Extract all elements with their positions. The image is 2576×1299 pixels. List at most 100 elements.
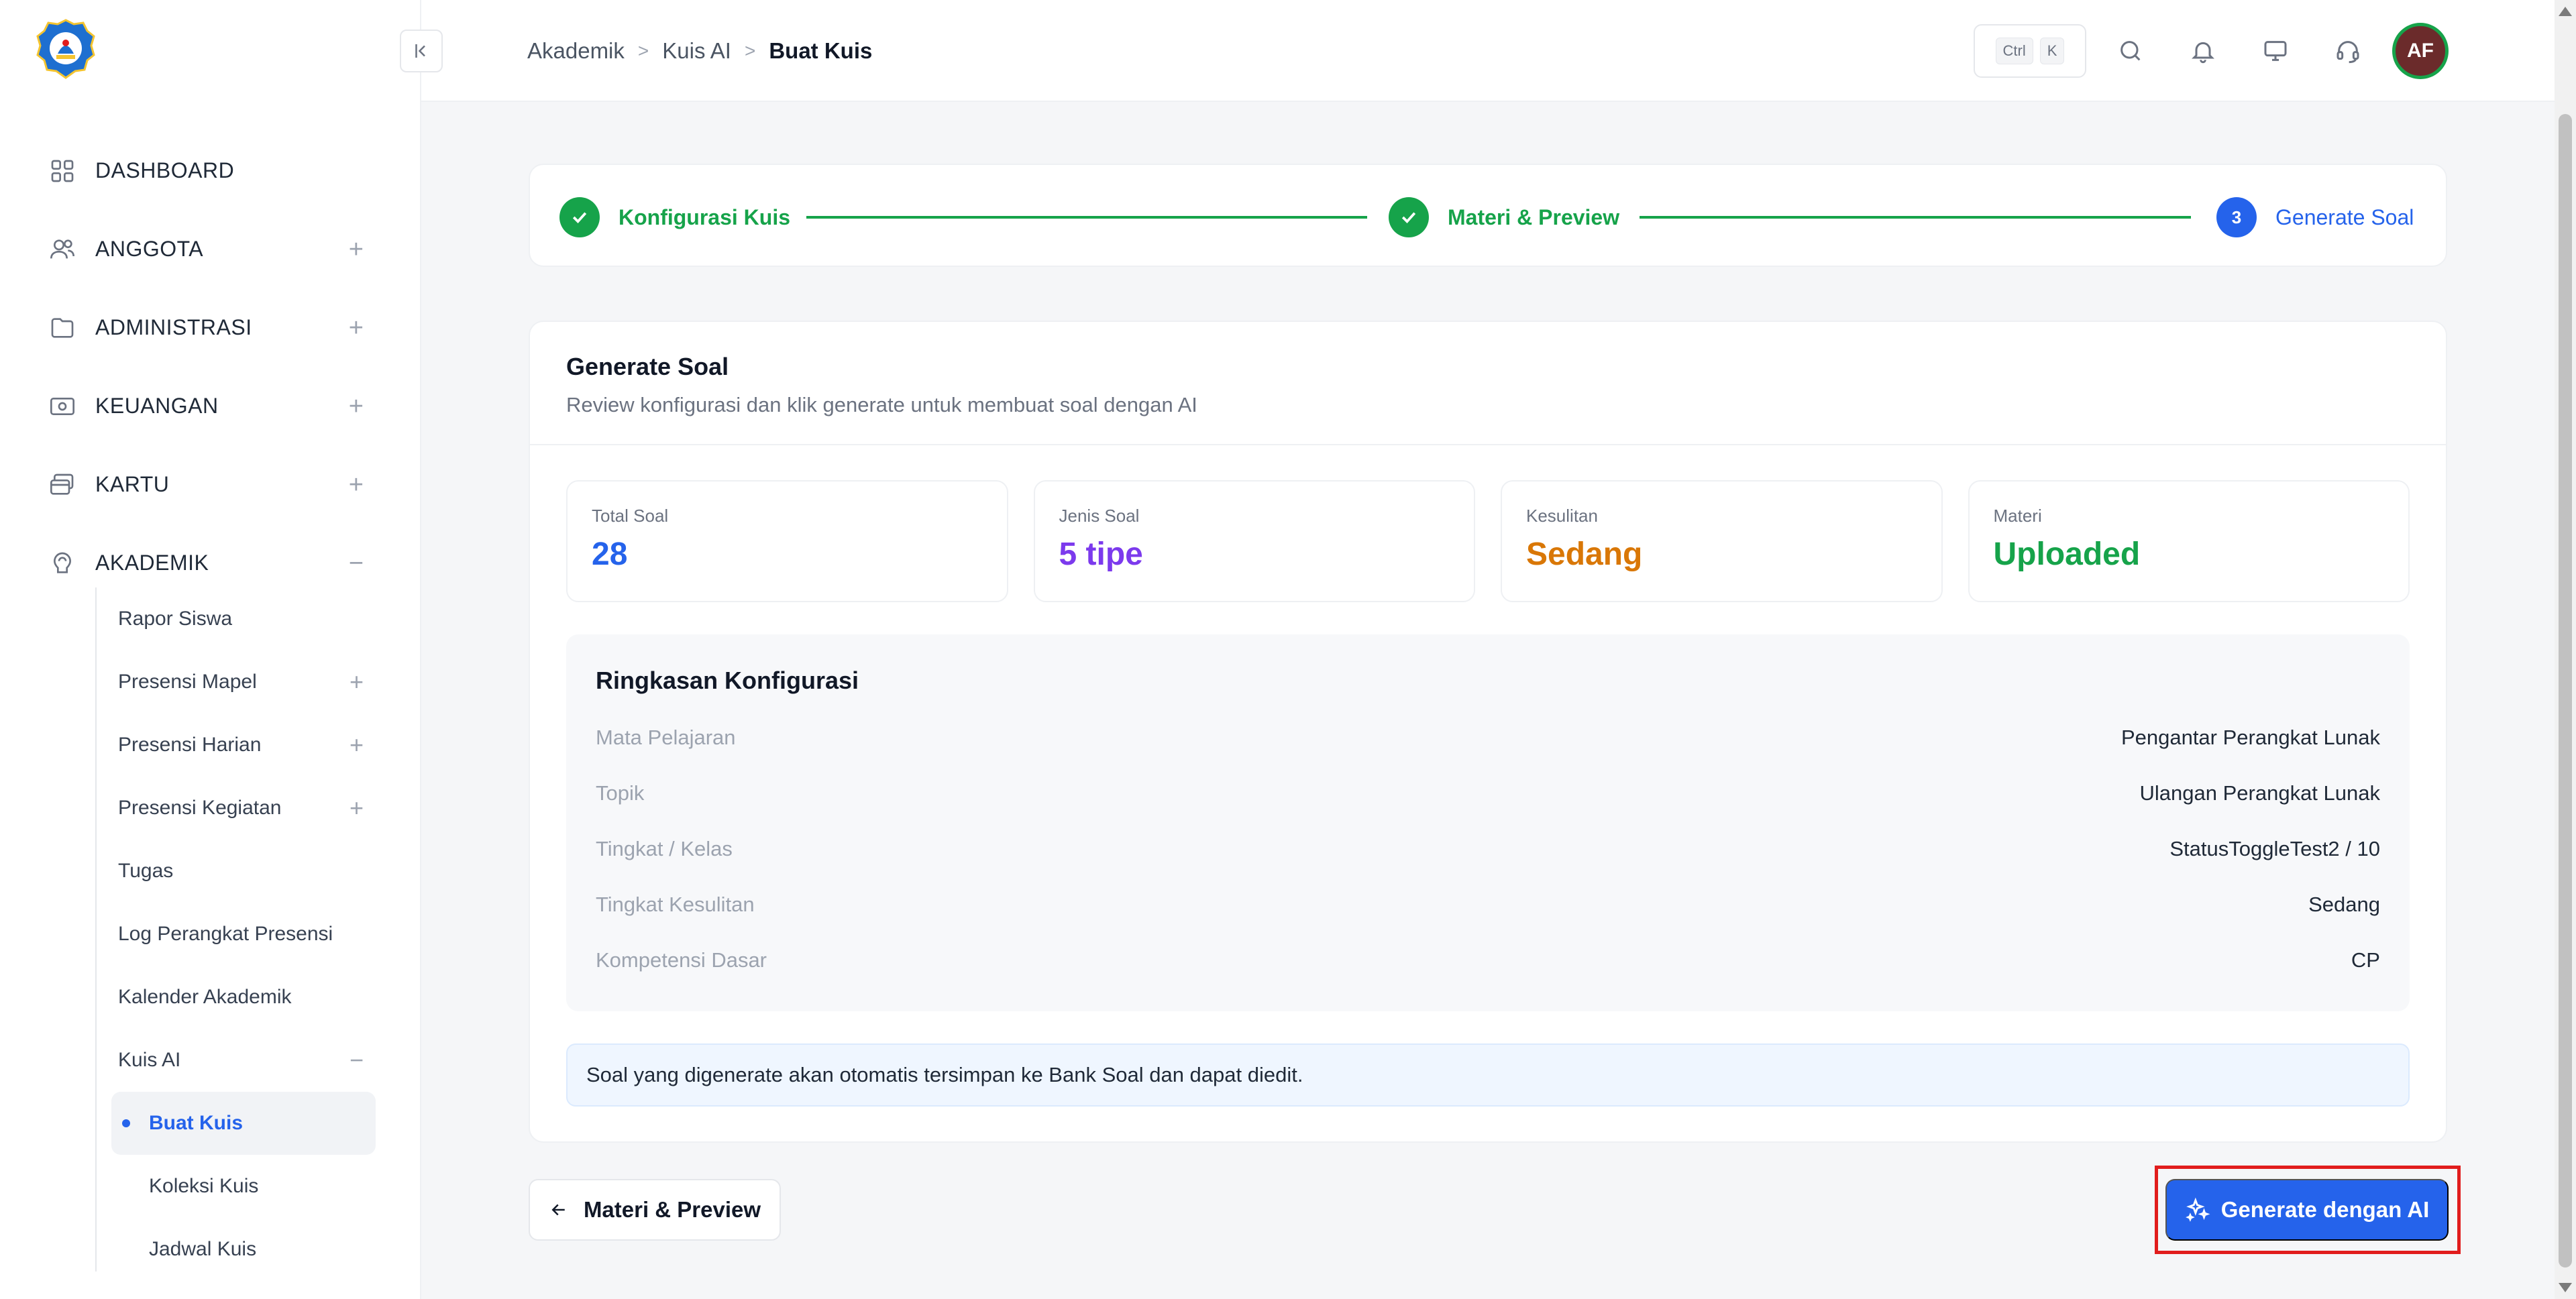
back-button[interactable]: Materi & Preview	[529, 1179, 781, 1241]
info-alert: Soal yang digenerate akan otomatis tersi…	[566, 1043, 2410, 1107]
sidebar-item-presensi-mapel[interactable]: Presensi Mapel +	[0, 651, 421, 714]
sub-label: Kalender Akademik	[118, 986, 292, 1008]
user-avatar[interactable]: AF	[2392, 23, 2449, 79]
chevron-right-icon: >	[744, 40, 756, 61]
step-connector	[806, 216, 1367, 219]
expand-icon[interactable]: +	[350, 733, 364, 757]
kbd-ctrl: Ctrl	[1995, 38, 2033, 64]
summary-title: Ringkasan Konfigurasi	[596, 667, 859, 694]
folder-icon	[47, 313, 78, 343]
breadcrumb-kuis-ai[interactable]: Kuis AI	[662, 38, 731, 64]
sub-label: Log Perangkat Presensi	[118, 923, 333, 945]
monitor-icon[interactable]	[2255, 31, 2296, 71]
step-number: 3	[2216, 197, 2257, 237]
stat-label: Kesulitan	[1526, 506, 1598, 526]
sidebar-item-kuis-ai[interactable]: Kuis AI −	[0, 1029, 421, 1092]
step-generate-soal[interactable]: 3 Generate Soal	[2216, 197, 2414, 237]
sub-label: Presensi Mapel	[118, 671, 257, 693]
search-icon[interactable]	[2110, 31, 2151, 71]
nav-label: ADMINISTRASI	[95, 315, 252, 339]
collapse-icon[interactable]: −	[350, 1048, 364, 1072]
expand-icon[interactable]: +	[349, 315, 364, 341]
sidebar-item-jadwal-kuis[interactable]: Jadwal Kuis	[0, 1218, 421, 1281]
stat-label: Materi	[1993, 506, 2042, 526]
summary-key: Kompetensi Dasar	[596, 948, 767, 972]
nav-item-administrasi[interactable]: ADMINISTRASI +	[0, 288, 421, 367]
step-materi-preview[interactable]: Materi & Preview	[1389, 197, 1619, 237]
card-subtitle: Review konfigurasi dan klik generate unt…	[566, 393, 1197, 416]
expand-icon[interactable]: +	[349, 237, 364, 262]
active-indicator	[122, 1119, 130, 1127]
money-icon	[47, 391, 78, 422]
expand-icon[interactable]: +	[350, 670, 364, 694]
sub-label: Presensi Kegiatan	[118, 797, 282, 819]
step-label: Materi & Preview	[1448, 205, 1620, 229]
card-header: Generate Soal Review konfigurasi dan kli…	[530, 322, 2446, 445]
summary-value: Ulangan Perangkat Lunak	[2139, 781, 2380, 805]
nav-item-keuangan[interactable]: KEUANGAN +	[0, 367, 421, 445]
sub-label: Koleksi Kuis	[149, 1175, 259, 1197]
stat-value: 28	[592, 536, 628, 572]
expand-icon[interactable]: +	[349, 472, 364, 498]
nav-label: AKADEMIK	[95, 551, 209, 575]
nav-item-anggota[interactable]: ANGGOTA +	[0, 210, 421, 288]
config-summary: Ringkasan Konfigurasi Mata Pelajaran Pen…	[566, 634, 2410, 1011]
collapse-icon[interactable]: −	[349, 551, 364, 576]
command-palette-shortcut[interactable]: Ctrl K	[1974, 24, 2086, 78]
stats-row: Total Soal 28 Jenis Soal 5 tipe Kesulita…	[566, 480, 2410, 602]
sidebar-item-tugas[interactable]: Tugas	[0, 840, 421, 903]
summary-row: Topik Ulangan Perangkat Lunak	[596, 765, 2380, 821]
page-scrollbar[interactable]	[2555, 0, 2576, 1299]
generate-ai-button[interactable]: Generate dengan AI	[2165, 1179, 2449, 1241]
step-connector	[1640, 216, 2191, 219]
sidebar-item-koleksi-kuis[interactable]: Koleksi Kuis	[0, 1155, 421, 1218]
summary-row: Mata Pelajaran Pengantar Perangkat Lunak	[596, 710, 2380, 765]
nav-label: KARTU	[95, 472, 170, 496]
sidebar-item-presensi-harian[interactable]: Presensi Harian +	[0, 714, 421, 777]
sub-label: Kuis AI	[118, 1049, 181, 1071]
topbar: Akademik > Kuis AI > Buat Kuis Ctrl K AF	[400, 0, 2555, 102]
sub-label: Presensi Harian	[118, 734, 262, 756]
sidebar-item-presensi-kegiatan[interactable]: Presensi Kegiatan +	[0, 777, 421, 840]
expand-icon[interactable]: +	[349, 394, 364, 419]
app-logo[interactable]	[34, 17, 98, 82]
collapse-left-icon	[415, 44, 425, 58]
card-icon	[47, 469, 78, 500]
stat-value: Uploaded	[1993, 536, 2141, 572]
sub-label: Tugas	[118, 860, 174, 882]
summary-key: Tingkat / Kelas	[596, 836, 733, 860]
nav-item-kartu[interactable]: KARTU +	[0, 445, 421, 524]
summary-row: Tingkat Kesulitan Sedang	[596, 877, 2380, 932]
scroll-thumb[interactable]	[2559, 114, 2572, 1267]
step-label: Generate Soal	[2275, 205, 2414, 229]
stat-materi: Materi Uploaded	[1968, 480, 2410, 602]
users-icon	[47, 234, 78, 265]
sub-label: Rapor Siswa	[118, 608, 233, 630]
scroll-up-icon[interactable]	[2559, 7, 2572, 16]
expand-icon[interactable]: +	[350, 796, 364, 820]
bell-icon[interactable]	[2183, 31, 2223, 71]
card-title: Generate Soal	[566, 353, 729, 380]
sparkles-icon	[2185, 1197, 2210, 1222]
sidebar-item-rapor-siswa[interactable]: Rapor Siswa	[0, 587, 421, 651]
check-icon	[559, 197, 600, 237]
step-konfigurasi-kuis[interactable]: Konfigurasi Kuis	[559, 197, 790, 237]
sidebar-item-log-perangkat[interactable]: Log Perangkat Presensi	[0, 903, 421, 966]
check-icon	[1389, 197, 1429, 237]
stat-value: 5 tipe	[1059, 536, 1143, 572]
breadcrumb-akademik[interactable]: Akademik	[527, 38, 625, 64]
scroll-down-icon[interactable]	[2559, 1283, 2572, 1292]
summary-value: StatusToggleTest2 / 10	[2169, 836, 2380, 860]
stat-label: Total Soal	[592, 506, 669, 526]
arrow-left-icon	[551, 1204, 565, 1216]
brain-icon	[47, 548, 78, 579]
nav-label: KEUANGAN	[95, 394, 219, 418]
headset-icon[interactable]	[2328, 31, 2368, 71]
back-button-label: Materi & Preview	[583, 1197, 761, 1222]
generate-card: Generate Soal Review konfigurasi dan kli…	[529, 321, 2447, 1143]
collapse-sidebar-button[interactable]	[400, 30, 443, 72]
sidebar-item-kalender-akademik[interactable]: Kalender Akademik	[0, 966, 421, 1029]
sidebar-item-buat-kuis[interactable]: Buat Kuis	[111, 1092, 376, 1155]
summary-value: Sedang	[2308, 892, 2380, 916]
nav-item-dashboard[interactable]: DASHBOARD	[0, 131, 421, 210]
